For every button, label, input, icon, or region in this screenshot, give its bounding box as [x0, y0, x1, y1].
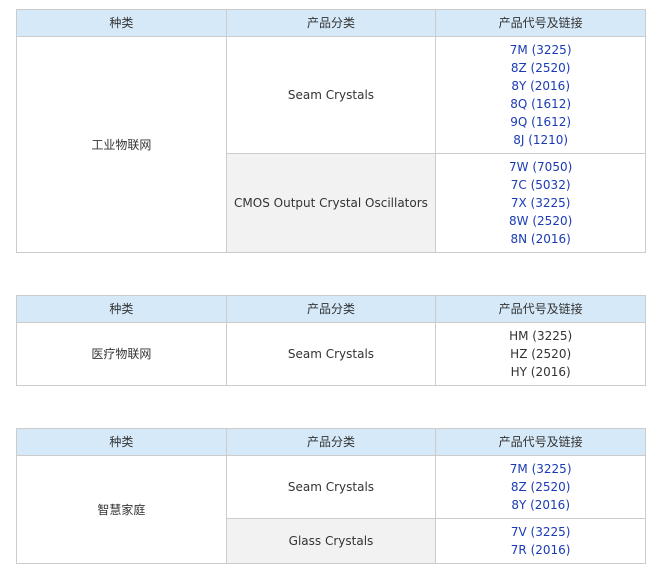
product-code-link[interactable]: 8N (2016) — [436, 230, 645, 248]
header-product-category: 产品分类 — [225, 9, 437, 37]
product-category-cell: Seam Crystals — [225, 36, 437, 154]
product-table-medical-iot: 种类 产品分类 产品代号及链接 医疗物联网 Seam Crystals HM (… — [16, 295, 646, 386]
product-code-link[interactable]: 7M (3225) — [436, 460, 645, 478]
product-code-cell: HM (3225) HZ (2520) HY (2016) — [435, 322, 646, 386]
product-code-link[interactable]: 8Y (2016) — [436, 496, 645, 514]
table-row: 智慧家庭 Seam Crystals 7M (3225) 8Z (2520) 8… — [16, 455, 646, 564]
category-cell: 工业物联网 — [16, 36, 227, 253]
product-table-industrial-iot: 种类 产品分类 产品代号及链接 工业物联网 Seam Crystals 7M (… — [16, 9, 646, 253]
product-code-link[interactable]: 9Q (1612) — [436, 113, 645, 131]
table-row: 工业物联网 Seam Crystals 7M (3225) 8Z (2520) … — [16, 36, 646, 253]
header-product-code: 产品代号及链接 — [435, 295, 646, 323]
product-code-text: HM (3225) — [509, 329, 573, 343]
product-code-link[interactable]: 7M (3225) — [436, 41, 645, 59]
header-product-code: 产品代号及链接 — [435, 428, 646, 456]
table-row: 医疗物联网 Seam Crystals HM (3225) HZ (2520) … — [16, 322, 646, 386]
product-code-link[interactable]: 8Y (2016) — [436, 77, 645, 95]
product-code-cell: 7W (7050) 7C (5032) 7X (3225) 8W (2520) … — [435, 153, 646, 253]
product-code-link[interactable]: 7X (3225) — [436, 194, 645, 212]
product-category-cell: Seam Crystals — [225, 455, 437, 519]
product-code-cell: 7V (3225) 7R (2016) — [435, 518, 646, 564]
product-category-cell: Glass Crystals — [225, 518, 437, 564]
product-category-cell: Seam Crystals — [225, 322, 437, 386]
header-product-code: 产品代号及链接 — [435, 9, 646, 37]
product-code-cell: 7M (3225) 8Z (2520) 8Y (2016) 8Q (1612) … — [435, 36, 646, 154]
category-cell: 医疗物联网 — [16, 322, 227, 386]
product-code-text: HZ (2520) — [510, 347, 572, 361]
product-code-link[interactable]: 7W (7050) — [436, 158, 645, 176]
product-code-cell: 7M (3225) 8Z (2520) 8Y (2016) — [435, 455, 646, 519]
header-product-category: 产品分类 — [225, 295, 437, 323]
header-type: 种类 — [16, 9, 227, 37]
table-header-row: 种类 产品分类 产品代号及链接 — [16, 295, 646, 323]
table-header-row: 种类 产品分类 产品代号及链接 — [16, 9, 646, 37]
product-code-text: HY (2016) — [510, 365, 571, 379]
product-code-link[interactable]: 8Z (2520) — [436, 59, 645, 77]
table-header-row: 种类 产品分类 产品代号及链接 — [16, 428, 646, 456]
category-cell: 智慧家庭 — [16, 455, 227, 564]
product-code-link[interactable]: 8Q (1612) — [436, 95, 645, 113]
product-code-link[interactable]: 7V (3225) — [436, 523, 645, 541]
header-type: 种类 — [16, 428, 227, 456]
product-table-smart-home: 种类 产品分类 产品代号及链接 智慧家庭 Seam Crystals 7M (3… — [16, 428, 646, 564]
product-code-link[interactable]: 8Z (2520) — [436, 478, 645, 496]
product-code-link[interactable]: 7R (2016) — [436, 541, 645, 559]
header-type: 种类 — [16, 295, 227, 323]
product-category-cell: CMOS Output Crystal Oscillators — [225, 153, 437, 253]
product-code-link[interactable]: 8J (1210) — [436, 131, 645, 149]
product-code-link[interactable]: 8W (2520) — [436, 212, 645, 230]
header-product-category: 产品分类 — [225, 428, 437, 456]
product-code-link[interactable]: 7C (5032) — [436, 176, 645, 194]
